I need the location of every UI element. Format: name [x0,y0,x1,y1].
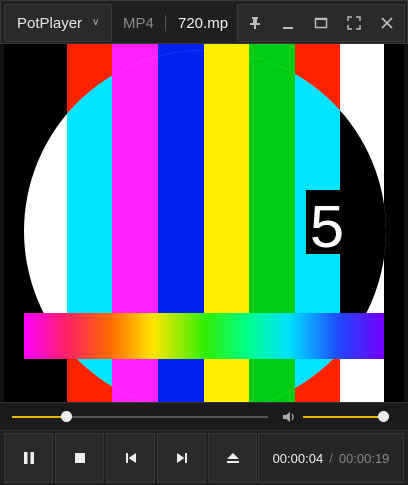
stop-icon [74,453,85,463]
pin-icon[interactable] [243,11,267,35]
stop-button[interactable] [55,433,104,483]
seek-handle[interactable] [60,411,72,422]
app-menu-button[interactable]: PotPlayer ∨ [4,4,112,42]
format-label: MP4 [123,15,154,32]
eject-button[interactable] [208,433,257,483]
total-time: 00:00:19 [338,450,390,466]
volume-icon[interactable] [282,410,298,424]
seek-progress [12,416,66,418]
previous-button[interactable] [106,433,155,483]
volume-slider[interactable] [303,411,389,422]
next-icon [176,453,187,463]
app-name: PotPlayer [17,14,83,32]
close-icon[interactable] [375,11,399,35]
volume-level [303,416,383,418]
time-display: 00:00:04 / 00:00:19 [258,433,404,483]
pause-button[interactable] [4,433,53,483]
fullscreen-icon[interactable] [342,11,366,35]
file-name: 720.mp4 [178,15,228,32]
current-time: 00:00:04 [272,450,324,466]
video-frame[interactable]: 5 [4,44,404,402]
seek-bar[interactable] [12,411,268,422]
title-separator [165,15,166,31]
eject-icon [226,453,239,463]
time-separator: / [329,450,333,466]
next-button[interactable] [157,433,206,483]
seek-row [0,402,408,430]
pause-icon [23,452,34,464]
title-bar: PotPlayer ∨ MP4 720.mp4 [0,0,408,44]
minimize-icon[interactable] [276,11,300,35]
control-bar: 00:00:04 / 00:00:19 [0,430,408,485]
window-controls [237,4,405,42]
previous-icon [125,453,136,463]
countdown-digit: 5 [308,195,345,266]
maximize-icon[interactable] [309,11,333,35]
test-pattern: 5 [4,44,404,402]
chevron-down-icon: ∨ [92,16,100,28]
volume-handle[interactable] [378,411,389,422]
